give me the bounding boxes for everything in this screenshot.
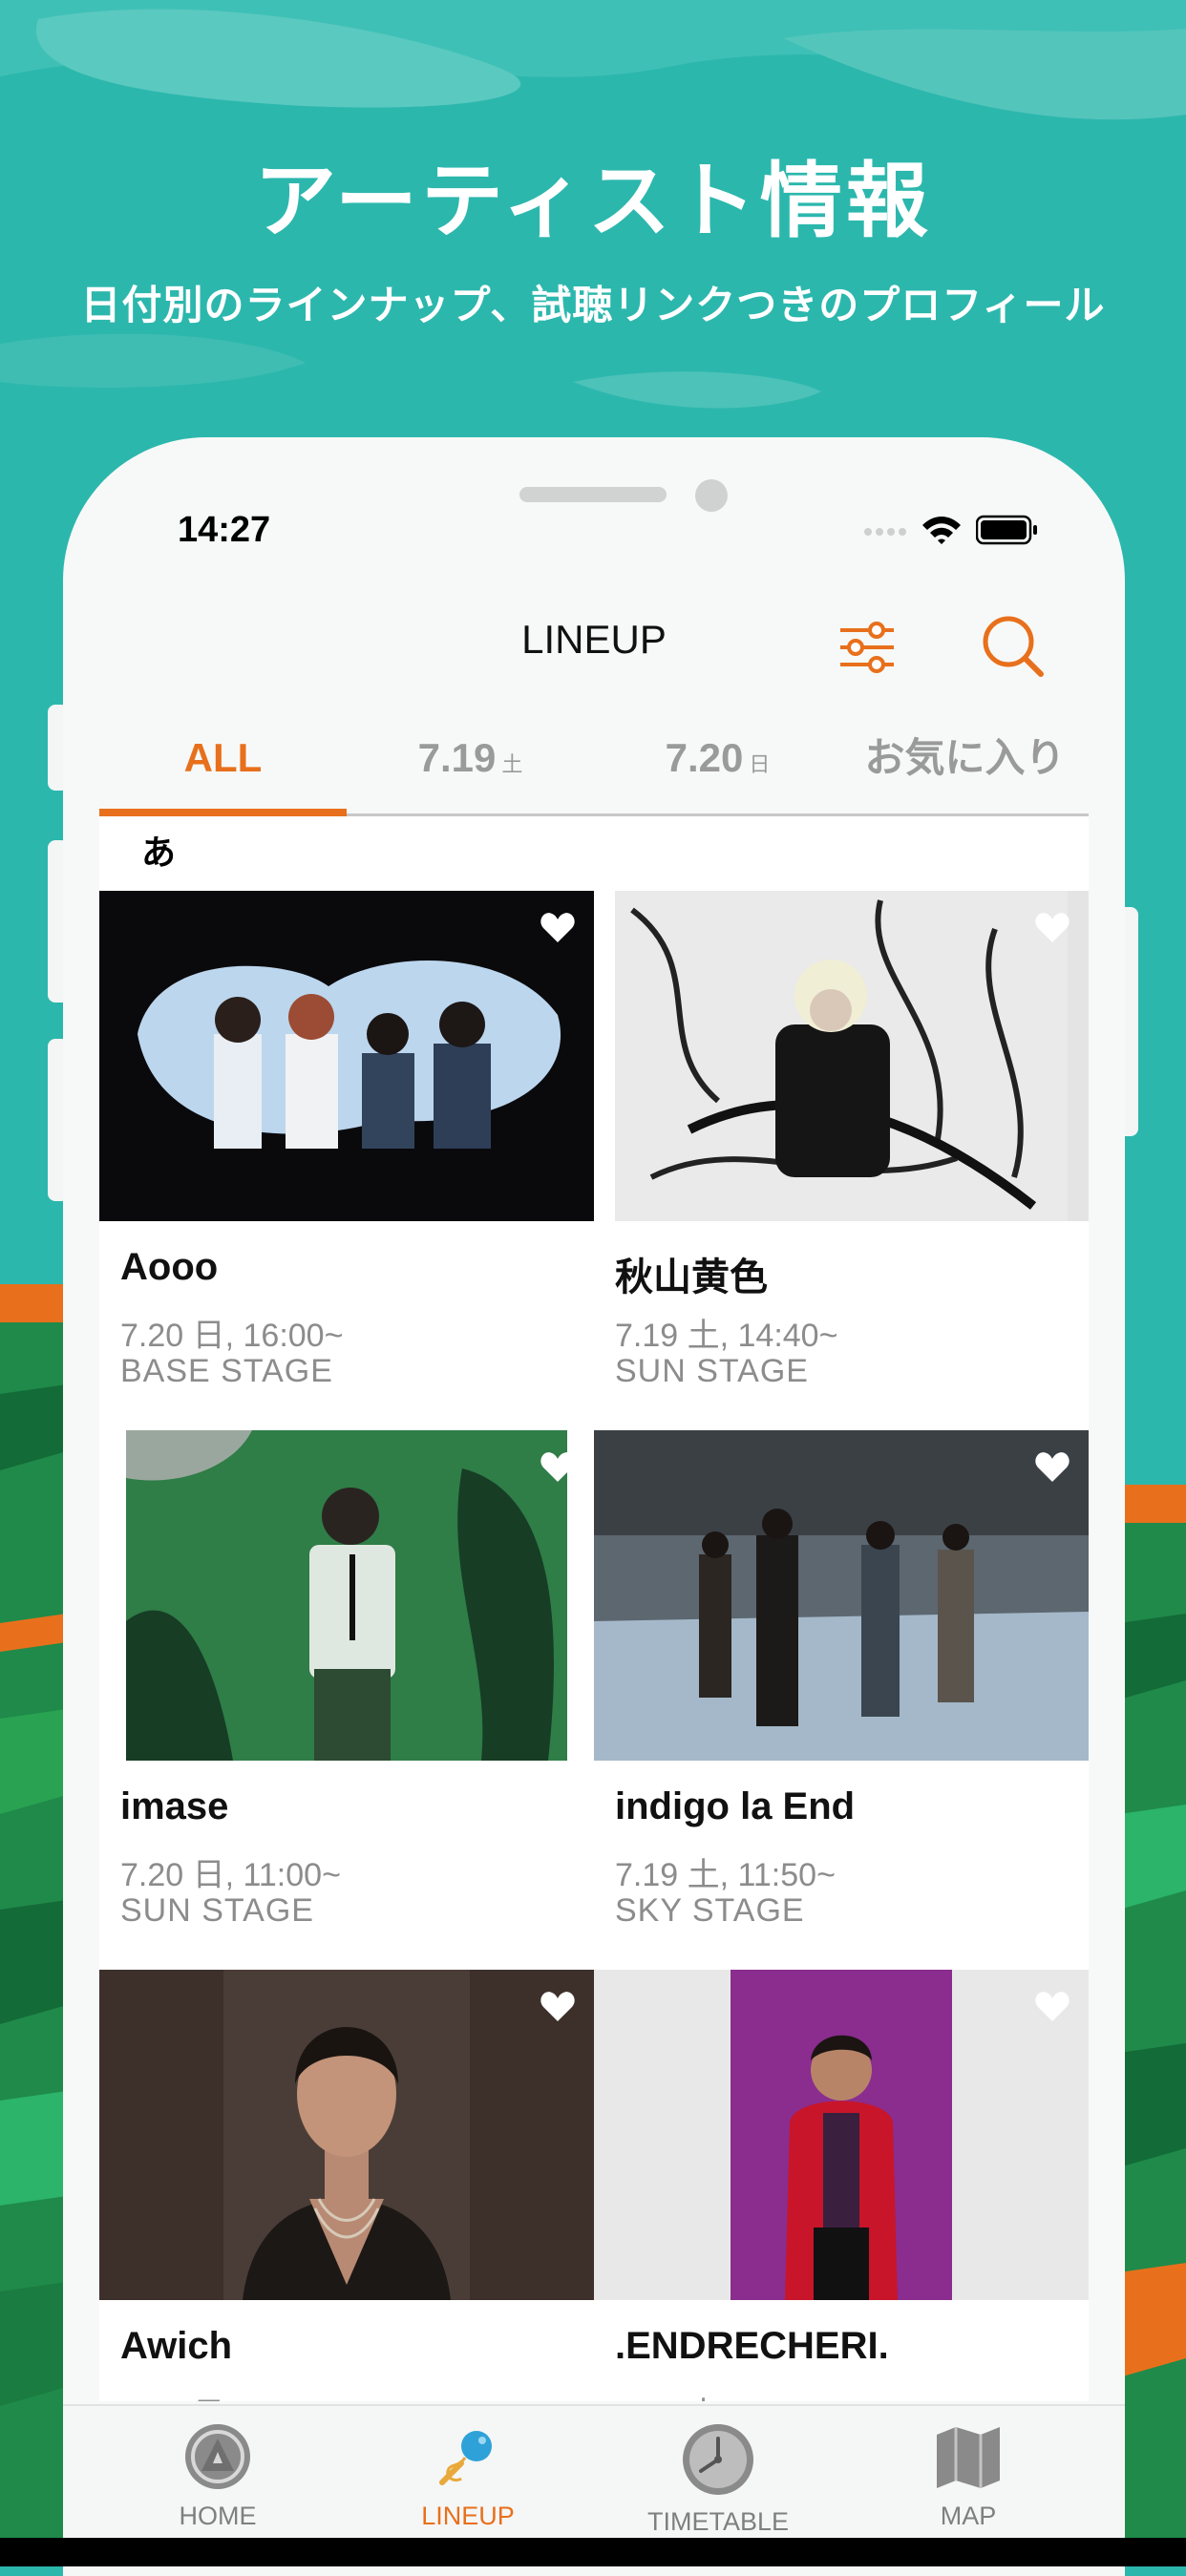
home-logo-icon [185,2424,250,2489]
artist-photo [594,1970,1089,2300]
artist-card[interactable]: Aooo 7.20 日, 16:00~ BASE STAGE [99,891,594,1430]
tabbar-label: TIMETABLE [646,2507,790,2536]
phone-speaker [519,487,667,502]
tab-weekday: 日 [749,752,771,776]
favorite-heart-icon[interactable] [539,1987,577,2025]
promo-subtitle: 日付別のラインナップ、試聴リンクつきのプロフィール [80,282,1106,328]
page-title: LINEUP [521,617,667,662]
artist-name: Awich [120,2325,233,2367]
artist-grid: あ Aooo 7.20 日, 16:00~ BASE STAGE 秋山黄色 7.… [99,816,1089,2401]
artist-card[interactable]: Awich 7.20 日, 16:45~ [99,1970,594,2401]
favorite-heart-icon[interactable] [1033,908,1071,946]
artist-time: 7.19 土, 14:40~ [615,1318,838,1354]
tabbar-timetable[interactable]: TIMETABLE [623,2421,814,2537]
bottom-edge [0,2538,1186,2566]
tabbar-label: LINEUP [421,2502,515,2530]
artist-name: .ENDRECHERI. [615,2325,889,2367]
status-time: 14:27 [178,510,271,550]
artist-photo [99,1430,594,1761]
artist-name: indigo la End [615,1785,856,1827]
artist-name: imase [120,1785,229,1827]
sliders-icon[interactable] [838,619,896,676]
artist-stage: SUN STAGE [615,1353,809,1389]
artist-name: 秋山黄色 [615,1256,768,1299]
tab-all[interactable]: ALL [99,724,347,816]
favorite-heart-icon[interactable] [1033,1447,1071,1486]
tab-weekday: 土 [501,752,523,776]
clock-icon [683,2424,753,2495]
favorite-heart-icon[interactable] [539,1447,577,1486]
tabbar-label: HOME [179,2502,257,2530]
tab-label: お気に入り [864,735,1066,780]
favorite-heart-icon[interactable] [539,908,577,946]
artist-photo [99,1970,594,2300]
promo-title: アーティスト情報 [254,154,932,249]
tab-7-19[interactable]: 7.19 土 [347,724,594,813]
artist-stage: SKY STAGE [615,1892,805,1929]
artist-photo [594,891,1089,1221]
artist-stage: BASE STAGE [120,1353,333,1389]
artist-time: 7.19 土, 11:50~ [615,1857,836,1893]
microphone-icon [439,2431,492,2485]
search-icon[interactable] [980,613,1047,680]
artist-time: 7.20 日, 16:00~ [120,1318,344,1354]
date-tabs: ALL 7.19 土 7.20 日 お気に入り [99,724,1089,816]
artist-stage: SUN STAGE [120,1892,314,1929]
artist-time: 7.20 日, 16:45~ [120,2388,343,2401]
status-icons [863,514,1039,546]
artist-time: 7.19 土, 16:45~ [615,2388,837,2401]
phone-frame: 14:27 LINEUP ALL 7.19 土 7.20 日 お気に入り あ A… [63,437,1125,2576]
wifi-icon [922,517,961,544]
tab-label: 7.20 [665,735,744,780]
tabbar-lineup[interactable]: LINEUP [372,2421,563,2531]
active-tab-indicator [99,809,347,816]
artist-name: Aooo [120,1246,219,1288]
map-icon [937,2427,1000,2488]
signal-icon [864,528,906,536]
battery-icon [976,515,1037,545]
artist-card[interactable]: .ENDRECHERI. 7.19 土, 16:45~ [594,1970,1089,2401]
artist-photo [99,891,594,1221]
phone-camera [695,479,728,512]
artist-time: 7.20 日, 11:00~ [120,1857,341,1893]
favorite-heart-icon[interactable] [1033,1987,1071,2025]
tabbar-label: MAP [940,2502,997,2530]
tab-label: 7.19 [417,735,497,780]
artist-photo [594,1430,1089,1761]
artist-card[interactable]: indigo la End 7.19 土, 11:50~ SKY STAGE [594,1430,1089,1970]
tabbar-home[interactable]: HOME [122,2421,313,2531]
artist-card[interactable]: 秋山黄色 7.19 土, 14:40~ SUN STAGE [594,891,1089,1430]
artist-card[interactable]: imase 7.20 日, 11:00~ SUN STAGE [99,1430,594,1970]
tab-label: ALL [183,735,263,780]
tabbar-map[interactable]: MAP [873,2421,1064,2531]
tab-7-20[interactable]: 7.20 日 [594,724,841,813]
tab-favorites[interactable]: お気に入り [841,724,1089,813]
section-header: あ [141,834,177,873]
